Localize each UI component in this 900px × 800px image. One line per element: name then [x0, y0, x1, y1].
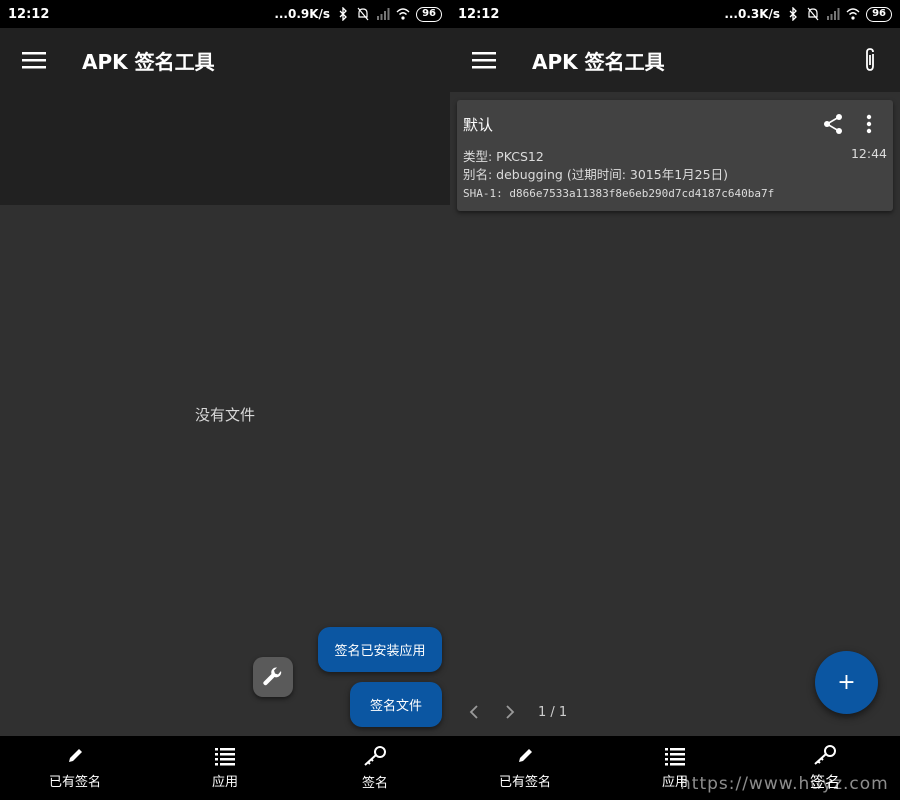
card-title: 默认 [463, 116, 494, 134]
share-icon [824, 114, 842, 134]
battery-level: 96 [866, 6, 892, 22]
pencil-icon [69, 749, 82, 762]
sign-file-button[interactable]: 签名文件 [350, 682, 442, 727]
network-speed: ...0.9K/s [274, 7, 331, 21]
menu-icon [472, 52, 496, 69]
network-speed: ...0.3K/s [724, 7, 781, 21]
status-bar: 12:12 ...0.3K/s 96 [450, 0, 900, 28]
pencil-icon [519, 749, 532, 762]
next-page-button[interactable] [496, 698, 524, 726]
card-type: 类型: PKCS12 [463, 149, 544, 164]
status-time: 12:12 [458, 6, 500, 22]
header-extension [0, 92, 450, 205]
wifi-icon [396, 8, 410, 20]
more-button[interactable] [855, 110, 883, 138]
pager: 1 / 1 [460, 698, 567, 726]
mute-bell-icon [357, 7, 369, 21]
bluetooth-icon [339, 7, 347, 21]
chevron-right-icon [506, 705, 515, 719]
more-vert-icon [866, 114, 872, 134]
share-button[interactable] [819, 110, 847, 138]
right-screen: 12:12 ...0.3K/s 96 APK 签名工具 默认 类型: PKCS1… [450, 0, 900, 800]
empty-message: 没有文件 [194, 406, 255, 424]
prev-page-button[interactable] [460, 698, 488, 726]
wrench-icon [263, 667, 282, 686]
nav-label: 已有签名 [48, 775, 101, 790]
nav-label: 应用 [211, 775, 238, 790]
signal-icon [377, 8, 390, 20]
toolbar: APK 签名工具 [450, 28, 900, 92]
nav-label: 已有签名 [498, 775, 551, 790]
bottom-nav: 已有签名 应用 签名 [0, 736, 450, 800]
watermark: https://www.huyz.com [680, 774, 889, 794]
menu-button[interactable] [6, 32, 62, 88]
mute-bell-icon [807, 7, 819, 21]
wifi-icon [846, 8, 860, 20]
status-time: 12:12 [8, 6, 50, 22]
chevron-left-icon [469, 705, 478, 719]
bluetooth-icon [789, 7, 797, 21]
keystore-card[interactable]: 默认 类型: PKCS12 12:44 别名: debugging (过期时间:… [457, 100, 893, 211]
key-icon [364, 746, 386, 766]
menu-icon [22, 52, 46, 69]
nav-item-apps[interactable]: 应用 [150, 736, 300, 800]
list-icon [215, 748, 235, 766]
signal-icon [827, 8, 840, 20]
paperclip-icon [866, 48, 874, 71]
card-time: 12:44 [850, 146, 887, 161]
nav-label: 签名 [361, 776, 388, 791]
attach-button[interactable] [848, 36, 892, 84]
nav-item-signatures[interactable]: 已有签名 [450, 736, 600, 800]
card-alias: 别名: debugging (过期时间: 3015年1月25日) [463, 167, 728, 182]
toolbar: APK 签名工具 [0, 28, 450, 92]
battery-level: 96 [416, 6, 442, 22]
nav-item-sign[interactable]: 签名 [300, 736, 450, 800]
page-info: 1 / 1 [538, 704, 568, 720]
add-button[interactable]: + [815, 651, 878, 714]
status-bar: 12:12 ...0.9K/s 96 [0, 0, 450, 28]
sign-installed-app-button[interactable]: 签名已安装应用 [318, 627, 442, 672]
tools-fab[interactable] [253, 657, 293, 697]
left-screen: 12:12 ...0.9K/s 96 APK 签名工具 没有文件 签名已安装应用… [0, 0, 450, 800]
app-title: APK 签名工具 [532, 49, 665, 74]
menu-button[interactable] [456, 32, 512, 88]
list-icon [665, 748, 685, 766]
key-icon [814, 745, 836, 765]
card-sha1: SHA-1: d866e7533a11383f8e6eb290d7cd4187c… [463, 187, 775, 200]
nav-item-signatures[interactable]: 已有签名 [0, 736, 150, 800]
app-title: APK 签名工具 [82, 49, 215, 74]
